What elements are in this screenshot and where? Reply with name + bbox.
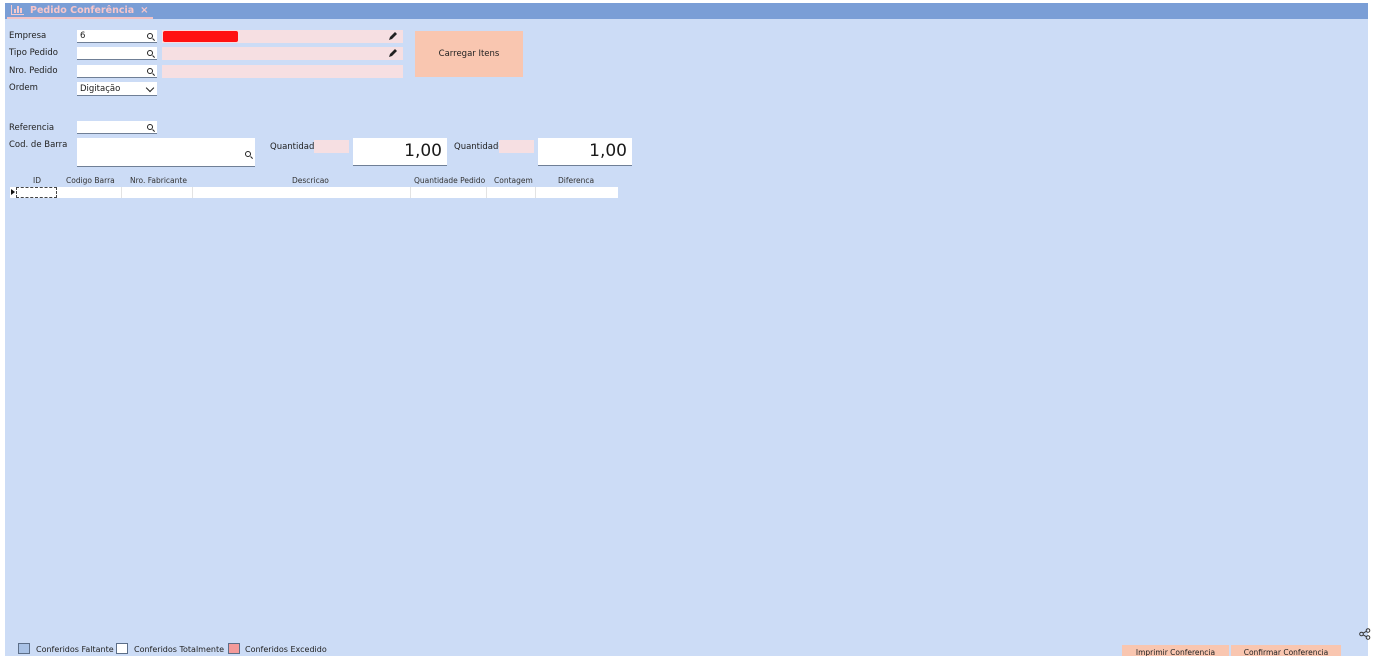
confirmar-conferencia-button[interactable]: Confirmar Conferencia (1231, 645, 1341, 656)
cell-diferenca[interactable] (536, 187, 618, 198)
ordem-value: Digitação (80, 84, 121, 94)
nro-pedido-input[interactable] (77, 65, 157, 78)
legend-swatch-faltante (18, 643, 30, 654)
referencia-label: Referencia (9, 123, 55, 133)
quantidade-2-unit (499, 140, 534, 153)
close-icon[interactable]: × (140, 5, 148, 16)
tab-bar: Pedido Conferência × (5, 3, 1368, 19)
share-icon[interactable] (1359, 628, 1371, 640)
cod-barra-input[interactable] (77, 138, 255, 167)
search-icon[interactable] (147, 33, 153, 39)
quantidade-2-label: Quantidade (454, 142, 504, 152)
imprimir-conferencia-button[interactable]: Imprimir Conferencia (1122, 645, 1229, 656)
chevron-down-icon (145, 83, 155, 93)
col-header-diferenca[interactable]: Diferenca (558, 176, 594, 185)
tipo-pedido-label: Tipo Pedido (9, 48, 58, 58)
quantidade-2-input[interactable]: 1,00 (538, 138, 632, 166)
quantidade-1-value: 1,00 (404, 141, 442, 161)
tipo-pedido-description (162, 47, 403, 60)
pencil-icon[interactable] (388, 31, 398, 41)
table-row[interactable] (10, 187, 618, 198)
col-header-nro-fabricante[interactable]: Nro. Fabricante (130, 176, 187, 185)
cell-codigo-barra[interactable] (57, 187, 122, 198)
col-header-contagem[interactable]: Contagem (494, 176, 533, 185)
legend-label-faltante: Conferidos Faltante (36, 645, 114, 654)
search-icon[interactable] (147, 68, 153, 74)
col-header-id[interactable]: ID (33, 176, 41, 185)
ordem-label: Ordem (9, 83, 38, 93)
items-grid: ID Codigo Barra Nro. Fabricante Descrica… (10, 174, 618, 198)
col-header-descricao[interactable]: Descricao (292, 176, 329, 185)
quantidade-1-unit (314, 140, 349, 153)
tab-pedido-conferencia[interactable]: Pedido Conferência × (7, 3, 153, 19)
quantidade-1-label: Quantidade (270, 142, 320, 152)
cell-nro-fabricante[interactable] (122, 187, 193, 198)
col-header-codigo-barra[interactable]: Codigo Barra (66, 176, 115, 185)
tipo-pedido-input[interactable] (77, 47, 157, 60)
carregar-itens-button[interactable]: Carregar Itens (415, 31, 523, 77)
search-icon[interactable] (147, 50, 153, 56)
empresa-input[interactable]: 6 (77, 30, 157, 43)
empresa-label: Empresa (9, 31, 47, 41)
pencil-icon[interactable] (388, 48, 398, 58)
empresa-value: 6 (80, 31, 86, 41)
row-pointer-icon (11, 189, 15, 195)
legend-swatch-totalmente (116, 643, 128, 654)
chart-icon (11, 5, 24, 15)
cell-contagem[interactable] (487, 187, 536, 198)
search-icon[interactable] (245, 151, 251, 157)
quantidade-1-input[interactable]: 1,00 (353, 138, 447, 166)
quantidade-2-value: 1,00 (589, 141, 627, 161)
tab-title: Pedido Conferência (30, 4, 135, 16)
legend-swatch-excedido (228, 643, 240, 654)
ordem-select[interactable]: Digitação (77, 82, 157, 96)
legend-label-totalmente: Conferidos Totalmente (134, 645, 225, 654)
empresa-name-redacted (163, 31, 238, 42)
cell-quantidade-pedido[interactable] (411, 187, 487, 198)
app-window: Pedido Conferência × Empresa 6 Tipo Pedi… (5, 3, 1371, 656)
search-icon[interactable] (147, 124, 153, 130)
empresa-description (162, 30, 403, 43)
referencia-input[interactable] (77, 121, 157, 134)
cell-descricao[interactable] (193, 187, 411, 198)
legend-label-excedido: Conferidos Excedido (245, 645, 327, 654)
cod-barra-label: Cod. de Barra (9, 140, 68, 150)
col-header-quantidade-pedido[interactable]: Quantidade Pedido (414, 176, 485, 185)
nro-pedido-description (162, 65, 403, 78)
nro-pedido-label: Nro. Pedido (9, 66, 58, 76)
cell-id[interactable] (16, 187, 57, 198)
grid-header: ID Codigo Barra Nro. Fabricante Descrica… (10, 174, 618, 187)
